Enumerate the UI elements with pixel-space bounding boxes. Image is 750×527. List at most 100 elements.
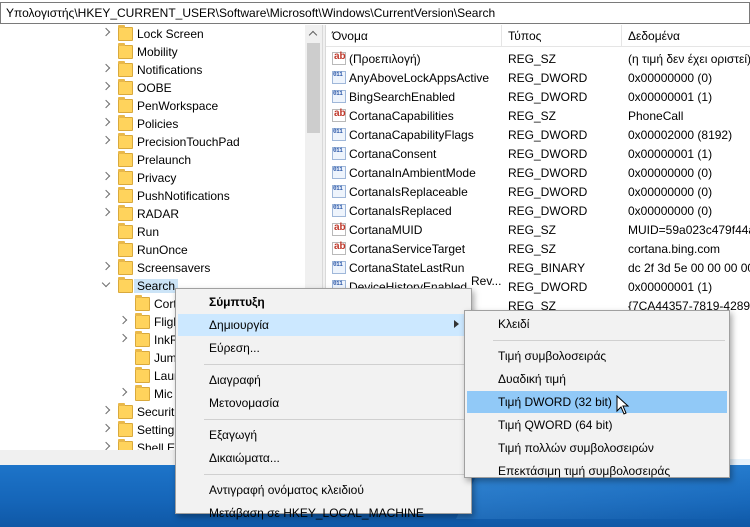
chevron-right-icon[interactable]	[120, 317, 128, 325]
value-row[interactable]: CortanaCapabilities REG_SZ PhoneCall	[326, 106, 750, 125]
chevron-right-icon[interactable]	[103, 173, 111, 181]
binary-value-icon	[332, 90, 346, 103]
folder-icon	[118, 187, 133, 203]
tree-item[interactable]: PenWorkspace	[0, 97, 320, 115]
chevron-right-icon[interactable]	[103, 101, 111, 109]
value-row[interactable]: CortanaConsent REG_DWORD 0x00000001 (1)	[326, 144, 750, 163]
menu-item[interactable]: Τιμή DWORD (32 bit)	[467, 391, 727, 413]
tree-item[interactable]: Screensavers	[0, 259, 320, 277]
tree-item[interactable]: PushNotifications	[0, 187, 320, 205]
folder-icon	[118, 169, 133, 185]
chevron-right-icon[interactable]	[103, 137, 111, 145]
menu-item[interactable]: Δυαδική τιμή	[467, 368, 727, 390]
menu-item-label: Κλειδί	[498, 317, 530, 331]
menu-separator	[204, 364, 467, 365]
menu-item-label: Τιμή συμβολοσειράς	[498, 349, 607, 363]
chevron-right-icon[interactable]	[103, 263, 111, 271]
menu-item[interactable]: Μετάβαση σε HKEY_LOCAL_MACHINE	[178, 502, 469, 524]
value-row[interactable]: CortanaIsReplaced REG_DWORD 0x00000000 (0)	[326, 201, 750, 220]
chevron-right-icon[interactable]	[103, 191, 111, 199]
partial-value-name: Rev...	[471, 274, 502, 288]
value-name: (Προεπιλογή)	[349, 52, 421, 66]
tree-item[interactable]: Privacy	[0, 169, 320, 187]
menu-item[interactable]: Αντιγραφή ονόματος κλειδιού	[178, 479, 469, 501]
address-bar[interactable]: Υπολογιστής\HKEY_CURRENT_USER\Software\M…	[0, 2, 750, 24]
tree-item[interactable]: OOBE	[0, 79, 320, 97]
menu-item[interactable]: Εύρεση...	[178, 337, 469, 359]
menu-item-label: Σύμπτυξη	[209, 295, 265, 309]
tree-item-label: Lock Screen	[137, 27, 204, 41]
menu-item[interactable]: Εξαγωγή	[178, 424, 469, 446]
chevron-right-icon[interactable]	[103, 29, 111, 37]
menu-item[interactable]: Τιμή πολλών συμβολοσειρών	[467, 437, 727, 459]
menu-item[interactable]: Δικαιώματα...	[178, 447, 469, 469]
tree-item[interactable]: Run	[0, 223, 320, 241]
binary-value-icon	[332, 128, 346, 141]
value-type: REG_DWORD	[508, 128, 588, 142]
value-data: (η τιμή δεν έχει οριστεί)	[628, 52, 750, 66]
menu-item[interactable]: Διαγραφή	[178, 369, 469, 391]
menu-item[interactable]: Μετονομασία	[178, 392, 469, 414]
folder-icon	[118, 439, 133, 450]
menu-item[interactable]: Κλειδί	[467, 313, 727, 335]
tree-item-label: OOBE	[137, 81, 172, 95]
chevron-right-icon[interactable]	[103, 425, 111, 433]
chevron-right-icon[interactable]	[120, 389, 128, 397]
tree-item-label: Policies	[137, 117, 179, 131]
value-name: CortanaIsReplaceable	[349, 185, 468, 199]
value-row[interactable]: (Προεπιλογή) REG_SZ (η τιμή δεν έχει οριστ…	[326, 49, 750, 68]
menu-item-label: Δικαιώματα...	[209, 451, 280, 465]
menu-item[interactable]: Δημιουργία	[178, 314, 469, 336]
menu-item[interactable]: Σύμπτυξη	[178, 291, 469, 313]
chevron-right-icon[interactable]	[103, 209, 111, 217]
string-value-icon	[332, 108, 346, 122]
value-row[interactable]: CortanaMUID REG_SZ MUID=59a023c479f44a0	[326, 220, 750, 239]
column-header-name[interactable]: Όνομα	[326, 25, 502, 47]
chevron-right-icon[interactable]	[103, 407, 111, 415]
menu-item-label: Δημιουργία	[209, 318, 269, 332]
mouse-pointer-icon	[616, 395, 630, 415]
tree-item[interactable]: PrecisionTouchPad	[0, 133, 320, 151]
menu-item[interactable]: Τιμή συμβολοσειράς	[467, 345, 727, 367]
folder-icon	[118, 403, 133, 419]
menu-item-label: Δυαδική τιμή	[498, 372, 566, 386]
menu-item[interactable]: Τιμή QWORD (64 bit)	[467, 414, 727, 436]
value-type: REG_DWORD	[508, 90, 588, 104]
menu-item-label: Τιμή DWORD (32 bit)	[498, 395, 612, 409]
tree-item[interactable]: Notifications	[0, 61, 320, 79]
value-type: REG_DWORD	[508, 185, 588, 199]
tree-item[interactable]: Policies	[0, 115, 320, 133]
value-row[interactable]: CortanaInAmbientMode REG_DWORD 0x00000000 …	[326, 163, 750, 182]
value-row[interactable]: AnyAboveLockAppsActive REG_DWORD 0x0000000…	[326, 68, 750, 87]
value-name: CortanaCapabilityFlags	[349, 128, 474, 142]
menu-item-label: Διαγραφή	[209, 373, 261, 387]
scroll-thumb[interactable]	[307, 43, 320, 133]
chevron-right-icon[interactable]	[103, 443, 111, 450]
column-header-type[interactable]: Τύπος	[502, 25, 622, 47]
tree-item[interactable]: RunOnce	[0, 241, 320, 259]
menu-item-label: Τιμή QWORD (64 bit)	[498, 418, 613, 432]
column-header-data[interactable]: Δεδομένα	[622, 25, 750, 47]
value-row[interactable]: CortanaCapabilityFlags REG_DWORD 0x0000200…	[326, 125, 750, 144]
chevron-down-icon[interactable]	[103, 281, 111, 289]
chevron-right-icon[interactable]	[103, 119, 111, 127]
folder-icon	[118, 241, 133, 257]
tree-item[interactable]: Mobility	[0, 43, 320, 61]
context-menu: Σύμπτυξη Δημιουργία Εύρεση... Διαγραφή Μετον…	[175, 288, 472, 520]
value-type: REG_BINARY	[508, 261, 586, 275]
chevron-right-icon[interactable]	[103, 83, 111, 91]
value-row[interactable]: BingSearchEnabled REG_DWORD 0x00000001 (1)	[326, 87, 750, 106]
tree-item[interactable]: Lock Screen	[0, 25, 320, 43]
value-data: PhoneCall	[628, 109, 684, 123]
value-type: REG_DWORD	[508, 147, 588, 161]
menu-item[interactable]: Επεκτάσιμη τιμή συμβολοσειράς	[467, 460, 727, 482]
tree-item-label: Search	[134, 279, 179, 293]
value-row[interactable]: CortanaStateLastRun REG_BINARY dc 2f 3d 5e…	[326, 258, 750, 277]
value-row[interactable]: CortanaServiceTarget REG_SZ cortana.bing.c…	[326, 239, 750, 258]
chevron-right-icon[interactable]	[120, 335, 128, 343]
chevron-right-icon[interactable]	[103, 65, 111, 73]
tree-item[interactable]: Prelaunch	[0, 151, 320, 169]
tree-item[interactable]: RADAR	[0, 205, 320, 223]
scroll-up-arrow-icon[interactable]	[305, 25, 322, 42]
value-row[interactable]: CortanaIsReplaceable REG_DWORD 0x00000000 …	[326, 182, 750, 201]
